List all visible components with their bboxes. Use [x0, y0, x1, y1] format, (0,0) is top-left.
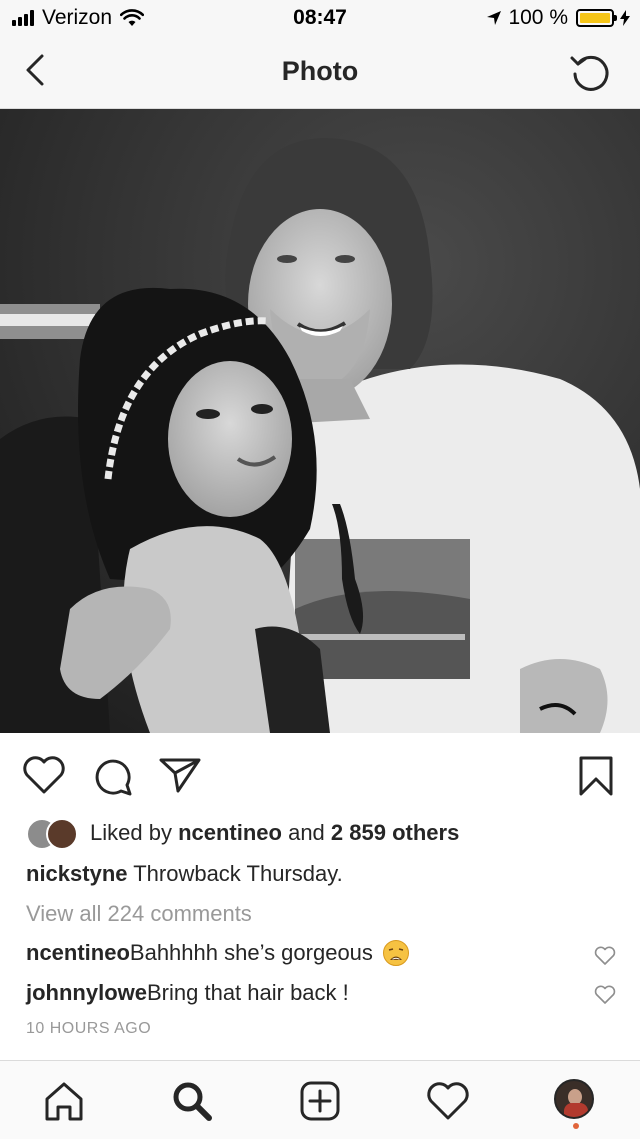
- battery-icon: [576, 9, 617, 27]
- charging-bolt-icon: [620, 10, 630, 26]
- comment-like-heart-icon[interactable]: [594, 946, 616, 966]
- comment-row: johnnylowe Bring that hair back !: [26, 980, 349, 1006]
- add-post-icon[interactable]: [298, 1079, 342, 1123]
- likes-count[interactable]: 2 859 others: [331, 820, 459, 845]
- likes-text: Liked by ncentineo and 2 859 others: [90, 820, 459, 846]
- comment-text: Bring that hair back !: [147, 980, 349, 1005]
- comment-username[interactable]: ncentineo: [26, 940, 130, 966]
- bookmark-icon[interactable]: [578, 755, 614, 797]
- location-arrow-icon: [487, 11, 502, 25]
- battery-percent: 100 %: [508, 6, 568, 29]
- home-icon[interactable]: [42, 1079, 86, 1123]
- weary-face-emoji: [382, 940, 409, 966]
- status-bar: Verizon 08:47 100 %: [0, 0, 640, 36]
- comment-icon[interactable]: [92, 755, 134, 797]
- refresh-icon[interactable]: [568, 50, 614, 94]
- status-right: 100 %: [486, 6, 630, 30]
- likes-prefix: Liked by: [90, 820, 179, 845]
- profile-avatar: [554, 1079, 594, 1119]
- comment-like-heart-icon[interactable]: [594, 985, 616, 1005]
- nav-bar: Photo: [0, 36, 640, 109]
- share-send-icon[interactable]: [158, 755, 202, 795]
- liker-avatars: [26, 818, 82, 850]
- caption-text: Throwback Thursday.: [127, 861, 343, 886]
- battery-level: [580, 13, 610, 23]
- page-title: Photo: [281, 56, 359, 86]
- notification-dot: [573, 1123, 579, 1129]
- comment-row: ncentineo Bahhhhh she’s gorgeous: [26, 940, 409, 966]
- comment-username[interactable]: johnnylowe: [26, 980, 147, 1006]
- likes-and: and: [281, 820, 331, 845]
- avatar: [46, 818, 78, 850]
- tab-bar: [0, 1060, 640, 1139]
- view-all-comments-link[interactable]: View all 224 comments: [26, 901, 252, 927]
- liker-username[interactable]: ncentineo: [178, 820, 282, 845]
- post-photo[interactable]: [0, 109, 640, 733]
- likes-row[interactable]: Liked by ncentineo and 2 859 others: [26, 816, 459, 850]
- activity-heart-icon[interactable]: [426, 1079, 470, 1123]
- like-heart-icon[interactable]: [22, 755, 66, 795]
- post-actions: [0, 733, 640, 813]
- photo-image: [0, 109, 640, 733]
- caption: nickstyne Throwback Thursday.: [26, 861, 343, 887]
- comment-text: Bahhhhh she’s gorgeous: [129, 940, 373, 965]
- post-timestamp: 10 HOURS AGO: [26, 1020, 152, 1037]
- caption-username[interactable]: nickstyne: [26, 861, 128, 886]
- search-icon[interactable]: [170, 1079, 214, 1123]
- profile-tab[interactable]: [554, 1079, 598, 1129]
